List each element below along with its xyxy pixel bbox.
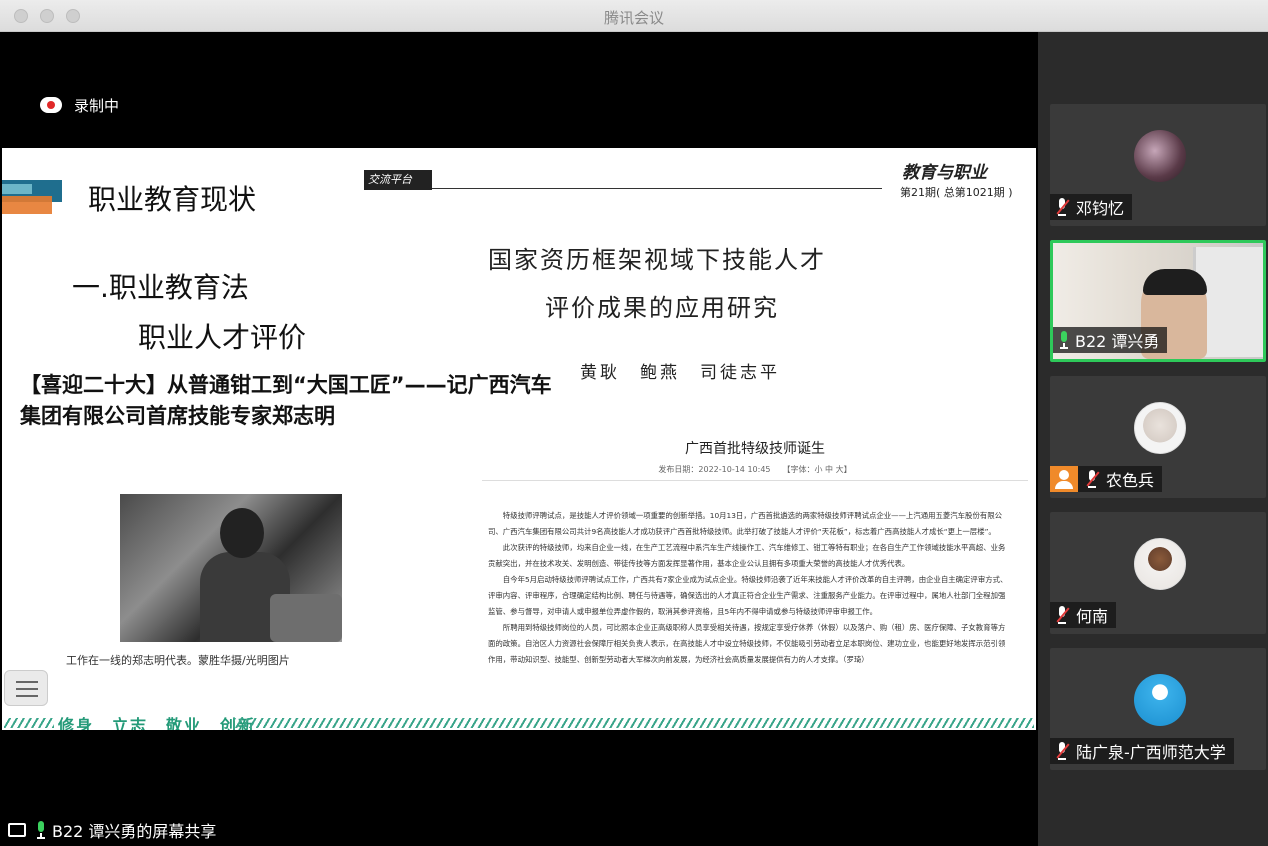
participant-name: 农色兵 — [1106, 471, 1155, 490]
worker-photo — [120, 494, 342, 642]
notice-paragraph: 自今年5月启动特级技师评聘试点工作，广西共有7家企业成为试点企业。特级技师沿袭了… — [488, 575, 1008, 616]
article-title-line2: 评价成果的应用研究 — [545, 294, 779, 322]
participant-label: 何南 — [1050, 602, 1117, 628]
notice-meta: 发布日期：2022-10-14 10:45 【字体：小 中 大】 — [658, 465, 852, 474]
participant-tile[interactable]: 陆广泉-广西师范大学 — [1050, 648, 1266, 770]
recording-indicator[interactable]: 录制中 — [40, 94, 119, 116]
screen-share-label: B22 谭兴勇的屏幕共享 — [52, 822, 217, 841]
article-title-line1: 国家资历框架视域下技能人才 — [488, 246, 826, 274]
participant-tile-active-speaker[interactable]: B22 谭兴勇 — [1050, 240, 1266, 362]
journal-section-tag: 交流平台 — [364, 170, 432, 190]
avatar — [1134, 402, 1186, 454]
participant-tile[interactable]: 何南 — [1050, 512, 1266, 634]
screen-share-icon — [8, 823, 26, 837]
news-title: 【喜迎二十大】从普通钳工到“大国工匠”——记广西汽车集团有限公司首席技能专家郑志… — [20, 373, 552, 428]
participant-label: B22 谭兴勇 — [1053, 327, 1168, 353]
participant-name: 何南 — [1076, 607, 1109, 626]
news-notice: 广西首批特级技师诞生 发布日期：2022-10-14 10:45 【字体：小 中… — [472, 426, 1036, 698]
recording-label: 录制中 — [74, 96, 120, 115]
slide-subheading-2: 职业人才评价 — [138, 321, 307, 354]
mic-muted-icon — [1054, 606, 1070, 624]
participant-name: 陆广泉-广西师范大学 — [1076, 743, 1226, 762]
slide-subheading-1: 一.职业教育法 — [72, 271, 249, 304]
motto: 修身 立志 敬业 创新 — [58, 716, 257, 730]
photo-caption: 工作在一线的郑志明代表。蒙胜华摄/光明图片 — [66, 654, 290, 667]
shared-screen-area: 录制中 职业教育现状 一.职业教育法 职业人才评价 【喜迎二十大】从普通钳工到“… — [0, 32, 1038, 846]
user-icon — [1050, 466, 1078, 492]
participant-label: 邓钧忆 — [1050, 194, 1133, 220]
avatar — [1134, 538, 1186, 590]
notice-divider — [482, 480, 1028, 481]
notice-paragraph: 所聘用到特级技师岗位的人员，可比照本企业正高级职称人员享受相关待遇，按规定享受疗… — [488, 623, 1006, 664]
participant-name: 邓钧忆 — [1076, 199, 1125, 218]
slide-heading: 职业教育现状 — [88, 183, 257, 216]
avatar — [1134, 674, 1186, 726]
mic-on-icon — [34, 821, 48, 839]
screen-share-status: B22 谭兴勇的屏幕共享 — [0, 818, 216, 842]
mic-on-icon — [1057, 331, 1071, 349]
participant-tile[interactable]: 农色兵 — [1050, 376, 1266, 498]
list-menu-button[interactable] — [4, 670, 48, 706]
mic-muted-icon — [1084, 470, 1100, 488]
journal-name: 教育与职业 — [902, 163, 987, 183]
participant-name: B22 谭兴勇 — [1075, 332, 1160, 351]
motto-stripe — [234, 718, 1034, 728]
participant-label: 陆广泉-广西师范大学 — [1050, 738, 1234, 764]
shared-slide: 职业教育现状 一.职业教育法 职业人才评价 【喜迎二十大】从普通钳工到“大国工匠… — [2, 148, 1036, 730]
mic-muted-icon — [1054, 742, 1070, 760]
motto-stripe — [4, 718, 54, 728]
article-authors: 黄耿 鲍燕 司徒志平 — [580, 363, 780, 383]
participant-label: 农色兵 — [1050, 466, 1163, 492]
mic-muted-icon — [1054, 198, 1070, 216]
notice-body: 特级技师评聘试点，是技能人才评价领域一项重要的创新举措。10月13日，广西首批遴… — [488, 508, 1008, 668]
journal-rule — [432, 188, 882, 189]
participants-panel: 邓钧忆 B22 谭兴勇 农色兵 何南 陆广泉-广西师范大学 — [1038, 32, 1268, 846]
avatar — [1134, 130, 1186, 182]
notice-paragraph: 特级技师评聘试点，是技能人才评价领域一项重要的创新举措。10月13日，广西首批遴… — [488, 511, 1003, 536]
slide-decoration — [2, 196, 52, 214]
journal-issue: 第21期( 总第1021期 ) — [900, 186, 1013, 199]
window-titlebar: 腾讯会议 — [0, 0, 1268, 32]
participant-tile[interactable]: 邓钧忆 — [1050, 104, 1266, 226]
notice-title: 广西首批特级技师诞生 — [685, 441, 825, 457]
window-title: 腾讯会议 — [603, 9, 664, 27]
notice-paragraph: 此次获评的特级技师，均来自企业一线，在生产工艺流程中系汽车生产线操作工、汽车维修… — [488, 543, 1006, 568]
recording-icon — [40, 97, 62, 113]
slide-decoration — [2, 184, 32, 194]
